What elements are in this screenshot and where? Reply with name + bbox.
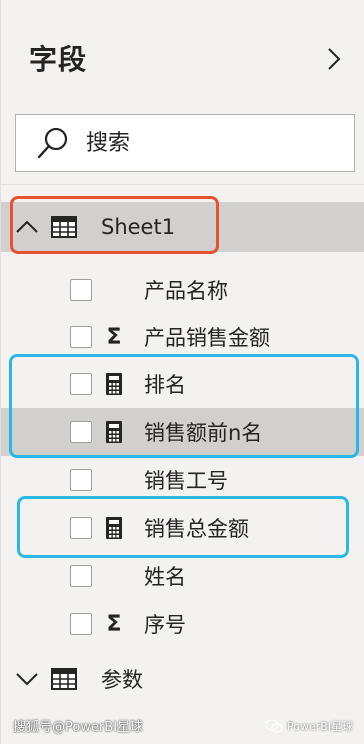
sigma-icon: Σ bbox=[106, 611, 122, 637]
field-row-total-sales-amount[interactable]: 销售总金额 bbox=[1, 504, 364, 552]
field-checkbox[interactable] bbox=[70, 326, 92, 348]
table-row-parameter[interactable]: 参数 bbox=[1, 654, 364, 704]
field-name: 销售工号 bbox=[144, 469, 228, 493]
field-checkbox[interactable] bbox=[70, 565, 92, 587]
field-checkbox[interactable] bbox=[70, 373, 92, 395]
table-name: Sheet1 bbox=[101, 215, 176, 239]
calculator-icon bbox=[103, 419, 125, 445]
field-row-rank[interactable]: 排名 bbox=[1, 360, 364, 408]
watermark-text: 搜狐号@PowerBI星球 bbox=[13, 720, 144, 735]
field-name: 销售额前n名 bbox=[144, 421, 263, 445]
collapse-pane-button[interactable] bbox=[319, 42, 349, 76]
chevron-down-icon[interactable] bbox=[15, 667, 39, 691]
sigma-icon: Σ bbox=[106, 324, 122, 350]
search-box[interactable] bbox=[15, 114, 355, 172]
field-checkbox[interactable] bbox=[70, 421, 92, 443]
field-checkbox[interactable] bbox=[70, 613, 92, 635]
search-input[interactable] bbox=[84, 129, 328, 157]
divider bbox=[1, 184, 364, 185]
chevron-right-icon bbox=[328, 48, 341, 70]
field-name: 排名 bbox=[144, 373, 186, 397]
calculator-icon bbox=[103, 371, 125, 397]
field-row-product-name[interactable]: 产品名称 bbox=[1, 266, 364, 314]
table-row-sheet1[interactable]: Sheet1 bbox=[1, 202, 364, 252]
field-row-serial-number[interactable]: Σ 序号 bbox=[1, 600, 364, 648]
table-icon bbox=[51, 668, 77, 690]
fields-pane: 字段 Sheet1 产品名称 bbox=[0, 0, 364, 744]
field-row-sales-id[interactable]: 销售工号 bbox=[1, 456, 364, 504]
field-name: 姓名 bbox=[144, 565, 186, 589]
field-row-name[interactable]: 姓名 bbox=[1, 552, 364, 600]
field-row-top-n-sales[interactable]: 销售额前n名 bbox=[1, 408, 364, 456]
table-icon bbox=[51, 216, 77, 238]
calculator-icon bbox=[103, 515, 125, 541]
field-checkbox[interactable] bbox=[70, 517, 92, 539]
wechat-icon bbox=[265, 719, 283, 733]
field-checkbox[interactable] bbox=[70, 469, 92, 491]
field-name: 产品销售金额 bbox=[144, 326, 270, 350]
pane-title: 字段 bbox=[29, 43, 88, 76]
pane-header: 字段 bbox=[1, 0, 364, 110]
field-name: 产品名称 bbox=[144, 279, 228, 303]
field-name: 销售总金额 bbox=[144, 517, 249, 541]
field-row-product-sales-amount[interactable]: Σ 产品销售金额 bbox=[1, 313, 364, 361]
watermark-badge: PowerBI星球 bbox=[265, 718, 353, 734]
field-checkbox[interactable] bbox=[70, 279, 92, 301]
field-name: 序号 bbox=[144, 613, 186, 637]
watermark-label: PowerBI星球 bbox=[287, 720, 354, 733]
chevron-up-icon[interactable] bbox=[15, 215, 39, 239]
search-icon bbox=[37, 127, 68, 159]
table-name: 参数 bbox=[101, 668, 143, 692]
